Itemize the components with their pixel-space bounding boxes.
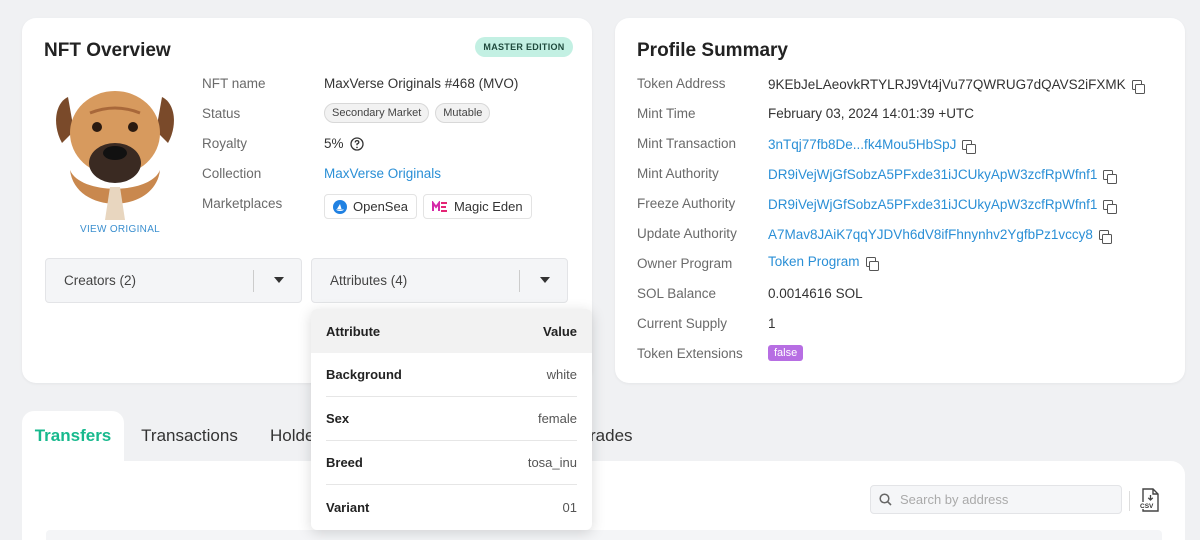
value-column-header: Value (543, 323, 577, 339)
help-icon[interactable] (349, 136, 364, 151)
chevron-down-icon (540, 277, 550, 283)
magic-eden-label: Magic Eden (453, 199, 523, 214)
sol-balance-value: 0.0014616 SOL (768, 286, 863, 301)
attribute-row: Breed tosa_inu (326, 441, 577, 485)
marketplaces-label: Marketplaces (202, 196, 283, 211)
owner-program-link[interactable]: Token Program (768, 254, 860, 269)
magic-eden-button[interactable]: Magic Eden (422, 194, 532, 219)
sol-balance-label: SOL Balance (637, 286, 717, 301)
freeze-authority-label: Freeze Authority (637, 196, 736, 211)
secondary-market-pill: Secondary Market (324, 103, 430, 123)
opensea-button[interactable]: OpenSea (324, 194, 417, 219)
mint-authority-label: Mint Authority (637, 166, 719, 181)
attributes-popup-header: Attribute Value (311, 309, 592, 353)
tab-transactions[interactable]: Transactions (127, 411, 252, 461)
mint-authority-row: DR9iVejWjGfSobzA5PFxde31iJCUkyApW3zcfRpW… (768, 166, 1117, 184)
update-authority-link[interactable]: A7Mav8JAiK7qqYJDVh6dV8ifFhnynhv2YgfbPz1v… (768, 227, 1093, 242)
attribute-row: Sex female (326, 397, 577, 441)
owner-program-label: Owner Program (637, 256, 733, 271)
update-authority-label: Update Authority (637, 226, 737, 241)
attribute-value: female (537, 411, 577, 426)
token-extensions-label: Token Extensions (637, 346, 743, 361)
royalty-label: Royalty (202, 136, 248, 151)
attribute-value: tosa_inu (527, 455, 577, 470)
search-input[interactable] (900, 492, 1100, 507)
status-pills: Secondary Market Mutable (324, 103, 491, 123)
copy-icon[interactable] (865, 257, 880, 271)
attribute-row: Variant 01 (326, 485, 577, 529)
tab-transfers[interactable]: Transfers (22, 411, 124, 461)
mint-time-label: Mint Time (637, 106, 696, 121)
attributes-dropdown[interactable]: Attributes (4) (311, 258, 568, 303)
copy-icon[interactable] (962, 140, 976, 154)
transfers-panel: CSV (22, 461, 1185, 540)
creators-dropdown[interactable]: Creators (2) (45, 258, 302, 303)
transfers-table-header (46, 530, 1162, 540)
attribute-row: Background white (326, 353, 577, 397)
collection-link[interactable]: MaxVerse Originals (324, 166, 441, 181)
attribute-column-header: Attribute (326, 323, 381, 339)
attribute-key: Variant (326, 499, 370, 515)
token-address-label: Token Address (637, 76, 726, 91)
copy-icon[interactable] (1103, 170, 1117, 184)
search-box[interactable] (870, 485, 1122, 514)
collection-label: Collection (202, 166, 262, 181)
nft-image[interactable] (50, 75, 180, 225)
attributes-popup: Attribute Value Background white Sex fem… (311, 309, 592, 530)
view-original-link[interactable]: VIEW ORIGINAL (80, 224, 160, 235)
toolbar-divider (1129, 491, 1130, 511)
nft-overview-title: NFT Overview (44, 40, 171, 61)
creators-label: Creators (2) (64, 273, 137, 288)
attribute-key: Background (326, 367, 402, 382)
mint-transaction-link[interactable]: 3nTqj77fb8De...fk4Mou5HbSpJ (768, 137, 956, 152)
copy-icon[interactable] (1098, 230, 1113, 244)
owner-program-row: Token Program (768, 253, 880, 271)
marketplaces-list: OpenSea Magic Eden (324, 194, 532, 219)
nft-name-label: NFT name (202, 76, 266, 91)
svg-text:CSV: CSV (1140, 503, 1154, 510)
attribute-key: Breed (326, 455, 363, 470)
attribute-value: white (546, 367, 577, 382)
attribute-value: 01 (562, 499, 577, 515)
master-edition-badge: MASTER EDITION (475, 37, 573, 57)
mint-time-value: February 03, 2024 14:01:39 +UTC (768, 106, 975, 121)
opensea-icon (333, 199, 347, 214)
current-supply-value: 1 (768, 316, 776, 331)
magic-eden-icon (431, 200, 447, 212)
profile-summary-card: Profile Summary Token Address 9KEbJeLAeo… (615, 18, 1185, 383)
royalty-value: 5% (324, 136, 344, 151)
csv-download-icon[interactable]: CSV (1136, 486, 1164, 514)
tab-trades[interactable]: rades (590, 411, 650, 461)
token-extensions-badge: false (768, 345, 804, 361)
copy-icon[interactable] (1103, 200, 1117, 214)
mint-transaction-row: 3nTqj77fb8De...fk4Mou5HbSpJ (768, 136, 976, 154)
mint-authority-link[interactable]: DR9iVejWjGfSobzA5PFxde31iJCUkyApW3zcfRpW… (768, 167, 1097, 182)
attributes-label: Attributes (4) (330, 273, 408, 288)
update-authority-row: A7Mav8JAiK7qqYJDVh6dV8ifFhnynhv2YgfbPz1v… (768, 226, 1113, 244)
attribute-key: Sex (326, 411, 350, 426)
copy-icon[interactable] (1131, 80, 1146, 94)
nft-name-value: MaxVerse Originals #468 (MVO) (324, 76, 519, 91)
creators-divider (253, 270, 254, 292)
mutable-pill: Mutable (435, 103, 491, 123)
token-extensions-row: false (768, 345, 804, 361)
freeze-authority-row: DR9iVejWjGfSobzA5PFxde31iJCUkyApW3zcfRpW… (768, 196, 1117, 214)
royalty-value-wrap: 5% (324, 136, 364, 151)
opensea-label: OpenSea (353, 199, 408, 214)
attributes-divider (519, 270, 520, 292)
freeze-authority-link[interactable]: DR9iVejWjGfSobzA5PFxde31iJCUkyApW3zcfRpW… (768, 197, 1097, 212)
mint-transaction-label: Mint Transaction (637, 136, 737, 151)
profile-summary-title: Profile Summary (637, 40, 788, 61)
chevron-down-icon (274, 277, 284, 283)
current-supply-label: Current Supply (637, 316, 728, 331)
token-address-value: 9KEbJeLAeovkRTYLRJ9Vt4jVu77QWRUG7dQAVS2i… (768, 77, 1126, 92)
status-label: Status (202, 106, 241, 121)
search-icon (879, 493, 892, 506)
token-address-row: 9KEbJeLAeovkRTYLRJ9Vt4jVu77QWRUG7dQAVS2i… (768, 76, 1146, 94)
